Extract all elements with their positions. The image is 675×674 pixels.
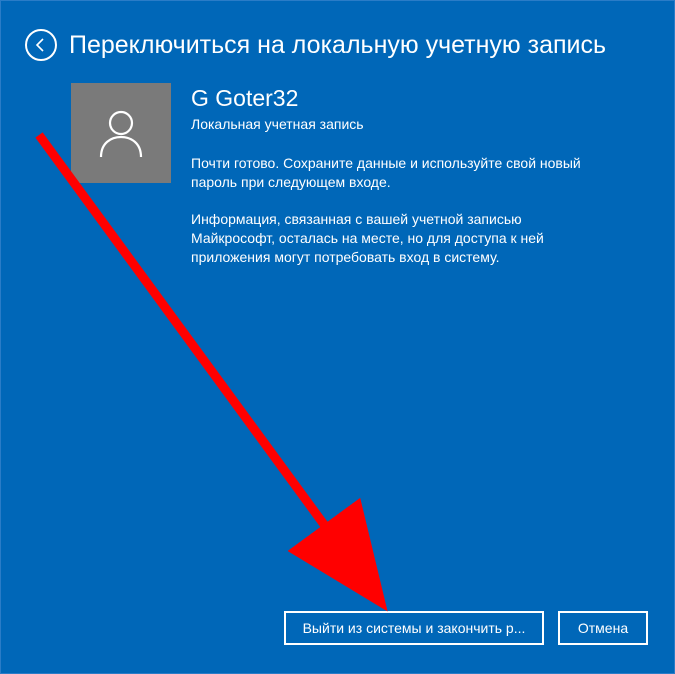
- page-title: Переключиться на локальную учетную запис…: [69, 31, 606, 60]
- account-type: Локальная учетная запись: [191, 116, 634, 132]
- header: Переключиться на локальную учетную запис…: [1, 1, 674, 77]
- content-area: G Goter32 Локальная учетная запись Почти…: [1, 77, 674, 284]
- avatar: [71, 83, 171, 183]
- footer-actions: Выйти из системы и закончить р... Отмена: [284, 611, 648, 645]
- instruction-text-2: Информация, связанная с вашей учетной за…: [191, 210, 591, 267]
- back-button[interactable]: [25, 29, 57, 61]
- cancel-button[interactable]: Отмена: [558, 611, 648, 645]
- username: G Goter32: [191, 85, 634, 112]
- user-info: G Goter32 Локальная учетная запись Почти…: [191, 83, 634, 284]
- instruction-text-1: Почти готово. Сохраните данные и использ…: [191, 154, 591, 192]
- person-icon: [93, 105, 149, 161]
- arrow-left-icon: [33, 37, 49, 53]
- signout-finish-button[interactable]: Выйти из системы и закончить р...: [284, 611, 544, 645]
